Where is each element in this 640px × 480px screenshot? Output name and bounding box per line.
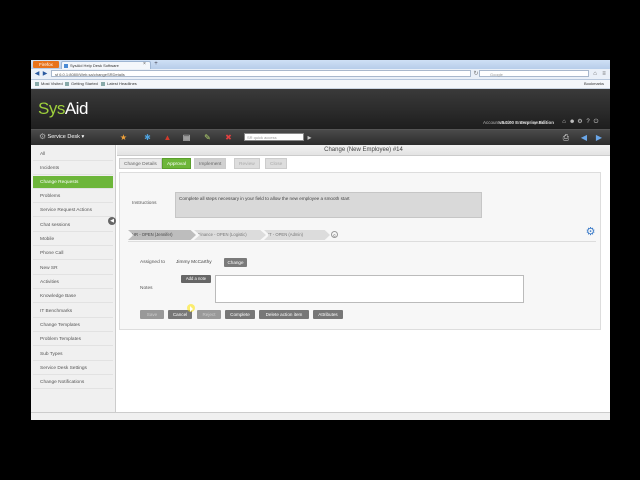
- browser-tab-title: SysAid Help Desk Software: [70, 63, 119, 68]
- network-icon[interactable]: ✱: [143, 133, 152, 142]
- favicon-icon: [64, 64, 68, 68]
- sr-quick-access-input[interactable]: SR quick access: [244, 133, 304, 141]
- sidebar-item-chat[interactable]: Chat sessions: [33, 219, 113, 232]
- delete-action-item-button[interactable]: Delete action item: [259, 310, 309, 319]
- go-arrow-icon[interactable]: ▸: [305, 133, 314, 142]
- bookmarks-menu[interactable]: Bookmarks: [584, 80, 604, 88]
- sidebar-item-sub-types[interactable]: Sub Types: [33, 348, 113, 361]
- page-title: Change (New Employee) #14: [117, 145, 610, 156]
- main-content: Change (New Employee) #14 Change Details…: [117, 145, 610, 420]
- sidebar-item-new-sr[interactable]: New SR: [33, 262, 113, 275]
- app-toolbar: ⚙ Service Desk ▾ ★ ✱ ▲ ▤ ✎ ✖ SR quick ac…: [31, 129, 610, 145]
- sidebar-item-all[interactable]: All: [33, 148, 113, 161]
- divider: [128, 241, 596, 242]
- sidebar-item-activities[interactable]: Activities: [33, 276, 113, 289]
- browser-nav-bar: ◀ ▶ sf 6.0.1:8080/Web.sa/changeSRDetails…: [31, 69, 610, 80]
- status-bar: [31, 412, 610, 420]
- assigned-to-value: Jimmy McCarthy: [176, 260, 212, 265]
- home-icon[interactable]: ⌂: [591, 70, 599, 78]
- document-icon[interactable]: ▤: [182, 133, 191, 142]
- change-assignee-button[interactable]: Change: [224, 258, 247, 267]
- save-button[interactable]: Save: [140, 310, 164, 319]
- print-icon[interactable]: ⎙: [561, 133, 571, 142]
- browser-search-input[interactable]: Google: [479, 70, 589, 77]
- bookmarks-bar: Most Visited Getting Started Latest Head…: [31, 80, 610, 89]
- sidebar-item-incidents[interactable]: Incidents: [33, 162, 113, 175]
- sidebar-item-knowledge-base[interactable]: Knowledge Base: [33, 290, 113, 303]
- back-icon[interactable]: ◀: [33, 70, 41, 78]
- tab-change-details[interactable]: Change Details: [119, 158, 162, 169]
- sidebar-item-change-templates[interactable]: Change Templates: [33, 319, 113, 332]
- firefox-menu-button[interactable]: Firefox: [33, 61, 59, 68]
- browser-tab[interactable]: SysAid Help Desk Software: [61, 61, 151, 69]
- app-header: SysAid v8.0.00 Enterprise Edition Accoun…: [31, 89, 610, 129]
- delete-icon[interactable]: ✖: [224, 133, 233, 142]
- forward-icon[interactable]: ▶: [41, 70, 49, 78]
- user-icon[interactable]: ☻: [569, 119, 575, 125]
- bookmark-most-visited[interactable]: Most Visited: [35, 80, 63, 88]
- instructions-box: Complete all steps necessary in your fie…: [175, 192, 482, 218]
- sidebar-item-service-desk-settings[interactable]: Service Desk Settings: [33, 362, 113, 375]
- attributes-button[interactable]: Attributes: [313, 310, 343, 319]
- gear-icon: ⚙: [39, 132, 47, 141]
- gear-icon[interactable]: ⚙: [585, 227, 596, 238]
- notes-textarea[interactable]: [215, 275, 524, 303]
- back-arrow-icon[interactable]: ◀: [579, 133, 589, 142]
- sidebar-item-change-notifications[interactable]: Change Notifications: [33, 376, 113, 389]
- notes-label: Notes: [140, 286, 153, 291]
- sidebar-item-sr-actions[interactable]: Service Request Actions: [33, 204, 113, 217]
- sidebar-item-problem-templates[interactable]: Problem Templates: [33, 333, 113, 346]
- menu-icon[interactable]: ≡: [600, 70, 608, 78]
- instructions-label: Instructions: [132, 201, 157, 206]
- bookmark-icon: [101, 81, 105, 86]
- collapse-sidebar-icon[interactable]: ◀: [108, 217, 116, 225]
- account-mode-link[interactable]: Account mode: [483, 120, 512, 125]
- bookmark-icon: [65, 81, 69, 86]
- browser-tab-bar: Firefox SysAid Help Desk Software × +: [31, 60, 610, 69]
- tab-close[interactable]: Close: [265, 158, 288, 169]
- phase-hr[interactable]: HR - OPEN (Jennifer): [128, 230, 196, 240]
- screen: Firefox SysAid Help Desk Software × + ◀ …: [31, 60, 610, 420]
- complete-button[interactable]: Complete: [225, 310, 255, 319]
- pdf-icon[interactable]: ▲: [163, 133, 172, 142]
- user-link[interactable]: User: sysaid: [520, 120, 545, 125]
- star-icon[interactable]: ★: [119, 133, 128, 142]
- sysaid-logo: SysAid: [38, 99, 88, 118]
- sidebar: All Incidents Change Requests Problems S…: [31, 145, 116, 420]
- home-icon[interactable]: ⌂: [561, 119, 567, 125]
- help-icon[interactable]: ?: [585, 119, 591, 125]
- tab-approval[interactable]: Approval: [162, 158, 191, 169]
- power-icon[interactable]: ⏻: [593, 119, 599, 125]
- bookmark-latest-headlines[interactable]: Latest Headlines: [101, 80, 137, 88]
- tab-review[interactable]: Review: [234, 158, 260, 169]
- phase-finance[interactable]: Finance - OPEN (Logistic): [194, 230, 266, 240]
- forward-arrow-icon[interactable]: ▶: [594, 133, 604, 142]
- tools-icon[interactable]: ✎: [203, 133, 212, 142]
- url-bar[interactable]: sf 6.0.1:8080/Web.sa/changeSRDetails: [51, 70, 471, 77]
- phase-track: HR - OPEN (Jennifer) Finance - OPEN (Log…: [128, 230, 338, 240]
- change-tabs: Change Details Approval Implement Review…: [117, 158, 610, 170]
- sidebar-item-problems[interactable]: Problems: [33, 190, 113, 203]
- sidebar-item-mobile[interactable]: Mobile: [33, 233, 113, 246]
- phase-it[interactable]: IT - OPEN (Admin): [264, 230, 330, 240]
- bookmark-icon: [35, 81, 39, 86]
- tab-implement[interactable]: Implement: [194, 158, 227, 169]
- sidebar-item-change-requests[interactable]: Change Requests: [33, 176, 113, 189]
- phase-end-marker: ©: [331, 231, 338, 238]
- new-tab-icon[interactable]: +: [152, 61, 160, 68]
- mouse-cursor: [187, 304, 195, 312]
- sidebar-item-it-benchmarks[interactable]: IT Benchmarks: [33, 305, 113, 318]
- assigned-to-label: Assigned to: [140, 260, 166, 265]
- sidebar-item-phone-call[interactable]: Phone Call: [33, 247, 113, 260]
- bookmark-getting-started[interactable]: Getting Started: [65, 80, 98, 88]
- settings-icon[interactable]: ⚙: [577, 119, 583, 125]
- reject-button[interactable]: Reject: [197, 310, 221, 319]
- close-tab-icon[interactable]: ×: [143, 61, 146, 67]
- add-note-button[interactable]: Add a note: [181, 275, 211, 283]
- service-desk-menu[interactable]: ⚙ Service Desk ▾: [39, 132, 84, 141]
